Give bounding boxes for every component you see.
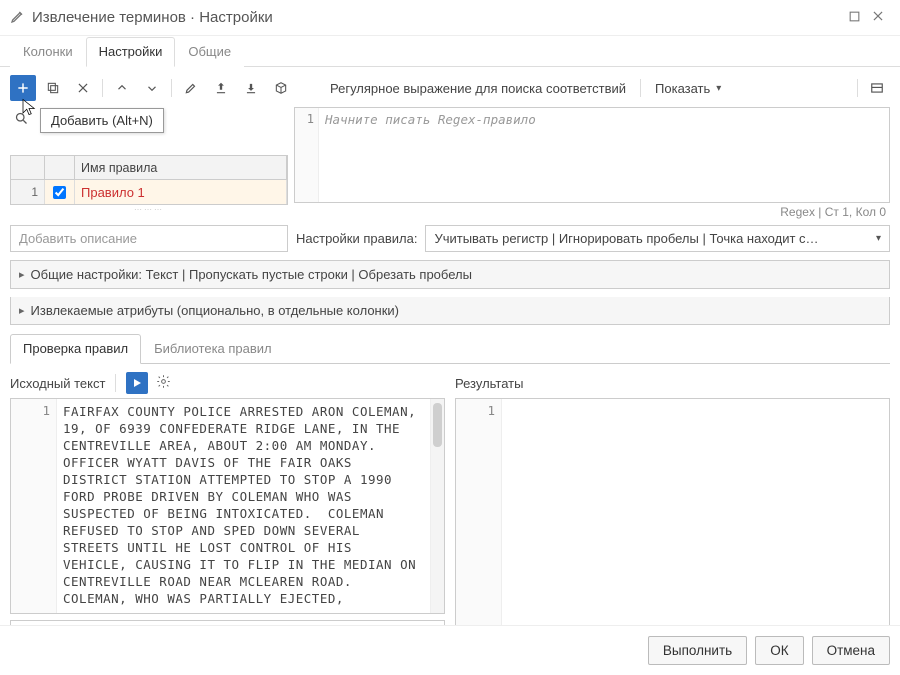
import-button[interactable] [238,75,264,101]
run-button[interactable]: Выполнить [648,636,747,665]
subtab-check-rules[interactable]: Проверка правил [10,334,141,364]
tab-settings[interactable]: Настройки [86,37,176,67]
extracted-attributes-panel[interactable]: ▸ Извлекаемые атрибуты (опционально, в о… [10,297,890,325]
gear-icon[interactable] [156,374,171,392]
description-input[interactable]: Добавить описание [10,225,288,252]
results-label: Результаты [455,376,523,391]
subtabs: Проверка правил Библиотека правил [10,333,890,364]
top-tabs: Колонки Настройки Общие [0,36,900,67]
run-preview-button[interactable] [126,372,148,394]
dialog-footer: Выполнить ОК Отмена [0,625,900,675]
maximize-button[interactable] [842,10,866,26]
rule-enabled-checkbox[interactable] [53,186,66,199]
rule-name-cell[interactable]: Правило 1 [75,180,287,204]
regex-placeholder: Начните писать Regex-правило [319,108,889,202]
move-down-button[interactable] [139,75,165,101]
grid-header-name[interactable]: Имя правила [75,156,287,179]
show-dropdown[interactable]: Показать▾ [647,77,729,100]
source-text-editor[interactable]: 1 FAIRFAX COUNTY POLICE ARRESTED ARON CO… [10,398,445,614]
scrollbar[interactable] [430,399,444,613]
regex-editor[interactable]: 1 Начните писать Regex-правило [294,107,890,203]
layout-button[interactable] [864,75,890,101]
cancel-button[interactable]: Отмена [812,636,890,665]
results-box: 1 [455,398,890,650]
resize-handle[interactable]: ⋯⋯⋯ [10,205,288,215]
tab-general[interactable]: Общие [175,37,244,67]
close-button[interactable] [866,9,890,26]
tab-columns[interactable]: Колонки [10,37,86,67]
grid-row[interactable]: 1 Правило 1 [11,180,287,204]
add-tooltip: Добавить (Alt+N) [40,108,164,133]
subtab-rule-library[interactable]: Библиотека правил [141,334,285,364]
source-text-label: Исходный текст [10,376,105,391]
duplicate-button[interactable] [40,75,66,101]
rules-grid: Имя правила 1 Правило 1 [10,155,288,205]
rule-toolbar: Регулярное выражение для поиска соответс… [10,75,890,101]
titlebar: Извлечение терминов · Настройки [0,0,900,36]
chevron-right-icon: ▸ [19,304,25,317]
pencil-icon [10,8,26,27]
rule-settings-dropdown[interactable]: Учитывать регистр | Игнорировать пробелы… [425,225,890,252]
export-button[interactable] [208,75,234,101]
cursor-icon [20,96,38,121]
window-title: Извлечение терминов · Настройки [32,9,842,26]
delete-button[interactable] [70,75,96,101]
rule-settings-label: Настройки правила: [294,231,417,246]
source-text-content: FAIRFAX COUNTY POLICE ARRESTED ARON COLE… [57,399,430,613]
edit-rule-button[interactable] [178,75,204,101]
ok-button[interactable]: ОК [755,636,803,665]
general-settings-panel[interactable]: ▸ Общие настройки: Текст | Пропускать пу… [10,260,890,289]
grid-header: Имя правила [11,156,287,180]
move-up-button[interactable] [109,75,135,101]
regex-status: Regex | Ст 1, Кол 0 [294,203,890,221]
package-button[interactable] [268,75,294,101]
regex-label: Регулярное выражение для поиска соответс… [322,81,634,96]
chevron-right-icon: ▸ [19,268,25,281]
